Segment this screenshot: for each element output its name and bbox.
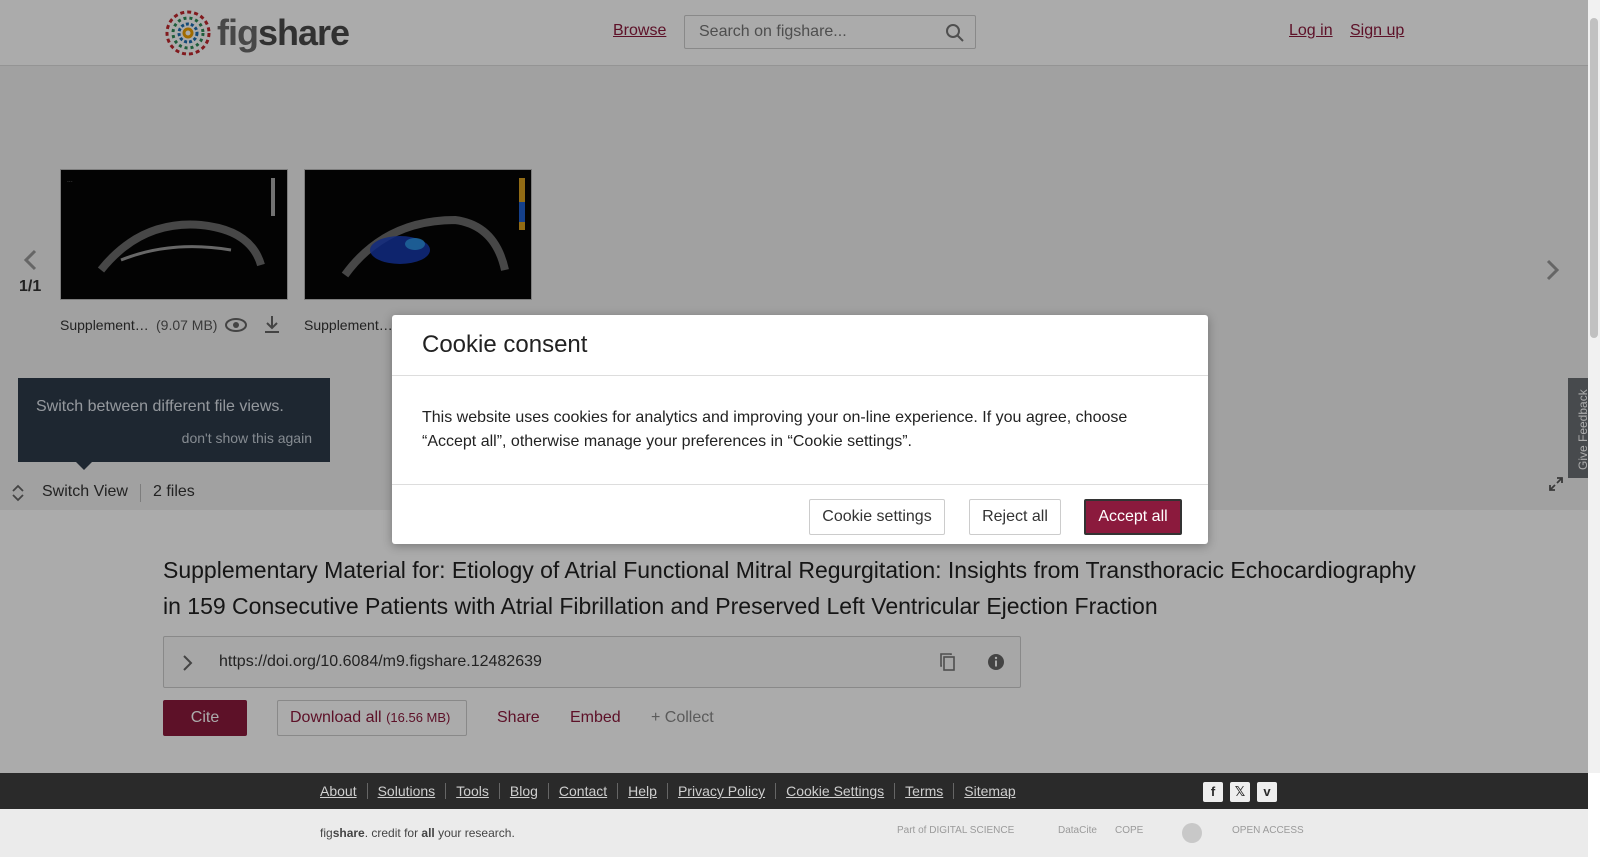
reject-all-button[interactable]: Reject all [969, 499, 1061, 535]
dialog-message: This website uses cookies for analytics … [422, 409, 1128, 450]
page-scrollbar[interactable] [1588, 0, 1600, 773]
accept-all-button[interactable]: Accept all [1084, 499, 1182, 535]
datacite-logo[interactable]: DataCite [1058, 825, 1097, 836]
footer-links: About Solutions Tools Blog Contact Help … [320, 783, 1026, 799]
credit-text: figshare. credit for all your research. [320, 826, 515, 840]
dialog-body: This website uses cookies for analytics … [392, 376, 1208, 485]
digital-science-logo[interactable]: Part of DIGITAL SCIENCE [897, 825, 1014, 836]
footer-link-privacy[interactable]: Privacy Policy [666, 783, 775, 799]
footer-nav: About Solutions Tools Blog Contact Help … [0, 773, 1588, 809]
footer-link-terms[interactable]: Terms [894, 783, 953, 799]
dialog-footer: Cookie settings Reject all Accept all [392, 485, 1208, 545]
dialog-title: Cookie consent [422, 331, 588, 358]
footer-link-about[interactable]: About [320, 783, 367, 799]
footer-link-cookie-settings[interactable]: Cookie Settings [775, 783, 894, 799]
scrollbar-thumb[interactable] [1590, 18, 1598, 338]
footer-link-solutions[interactable]: Solutions [366, 783, 446, 799]
cookie-consent-dialog: Cookie consent This website uses cookies… [392, 315, 1208, 544]
cookie-settings-button[interactable]: Cookie settings [809, 499, 945, 535]
x-icon[interactable]: 𝕏 [1230, 782, 1250, 802]
globe-icon[interactable] [1180, 821, 1204, 845]
facebook-icon[interactable]: f [1203, 782, 1223, 802]
vimeo-icon[interactable]: v [1257, 782, 1277, 802]
footer-credits: figshare. credit for all your research. … [0, 809, 1588, 857]
dialog-header: Cookie consent [392, 315, 1208, 376]
footer-link-help[interactable]: Help [617, 783, 667, 799]
footer-link-blog[interactable]: Blog [498, 783, 548, 799]
footer-link-sitemap[interactable]: Sitemap [953, 783, 1025, 799]
footer-link-tools[interactable]: Tools [445, 783, 499, 799]
footer-link-contact[interactable]: Contact [547, 783, 617, 799]
cope-logo[interactable]: COPE [1115, 825, 1143, 836]
open-access-logo[interactable]: OPEN ACCESS [1232, 825, 1304, 836]
